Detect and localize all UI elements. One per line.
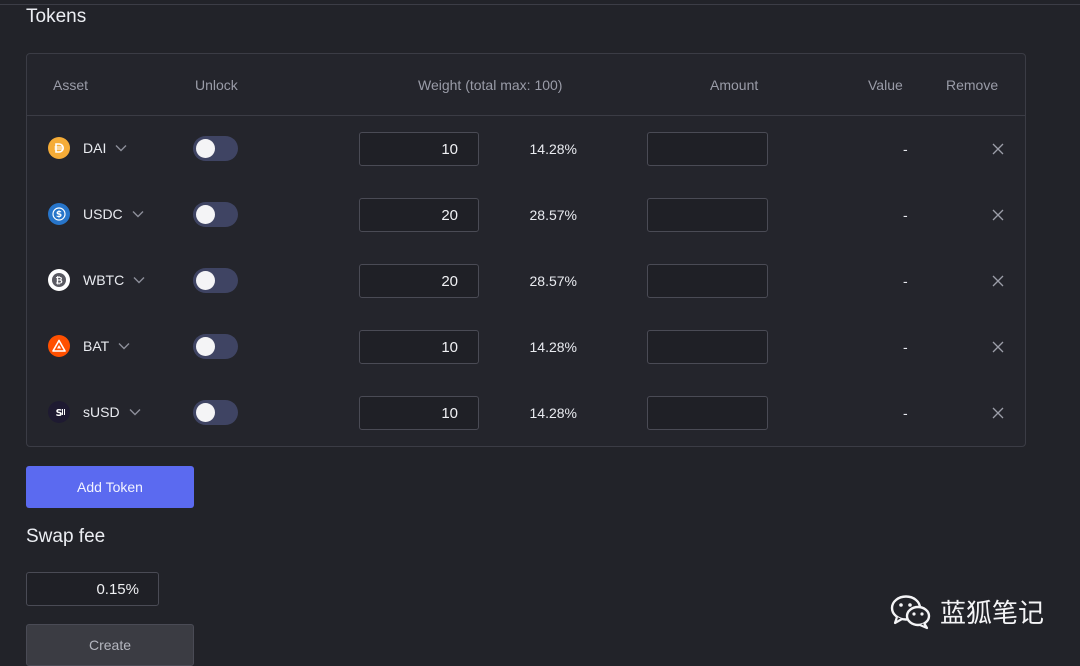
watermark: 蓝狐笔记 [890,593,1044,630]
unlock-toggle[interactable] [193,202,238,227]
unlock-toggle[interactable] [193,400,238,425]
toggle-knob [196,271,215,290]
weight-percent: 14.28% [529,141,577,157]
susd-coin-icon: S [48,401,70,423]
toggle-knob [196,205,215,224]
weight-percent: 28.57% [529,273,577,289]
asset-selector-usdc[interactable]: $ USDC [48,203,145,225]
value-text: - [903,141,908,157]
header-unlock: Unlock [195,77,238,93]
header-value: Value [868,77,903,93]
chevron-down-icon [118,343,130,350]
watermark-text: 蓝狐笔记 [940,599,1045,629]
value-text: - [903,207,908,223]
wechat-icon [890,594,931,629]
svg-text:S: S [56,408,63,418]
table-row: DAI 14.28% - [27,115,1025,181]
table-row: $ USDC 28.57% - [27,181,1025,247]
amount-input[interactable] [647,132,768,166]
asset-selector-bat[interactable]: BAT [48,335,131,357]
asset-selector-dai[interactable]: DAI [48,137,128,159]
toggle-knob [196,337,215,356]
value-text: - [903,405,908,421]
remove-icon[interactable] [990,273,1006,289]
asset-selector-susd[interactable]: S sUSD [48,401,142,423]
header-remove: Remove [946,77,999,93]
weight-input[interactable] [359,264,479,298]
remove-icon[interactable] [990,141,1006,157]
top-divider [0,4,1080,5]
amount-input[interactable] [647,330,768,364]
weight-percent: 14.28% [529,405,577,421]
chevron-down-icon [133,277,145,284]
remove-icon[interactable] [990,207,1006,223]
toggle-knob [196,139,215,158]
svg-text:₿: ₿ [55,275,62,286]
weight-input[interactable] [359,132,479,166]
header-asset: Asset [53,77,89,93]
swap-fee-value: 0.15 [96,580,126,598]
toggle-knob [196,403,215,422]
swap-fee-unit: % [125,580,139,598]
remove-icon[interactable] [990,339,1006,355]
asset-symbol: WBTC [83,272,125,288]
add-token-button[interactable]: Add Token [26,466,194,508]
chevron-down-icon [115,145,127,152]
weight-percent: 28.57% [529,207,577,223]
asset-symbol: USDC [83,206,123,222]
weight-input[interactable] [359,396,479,430]
svg-text:$: $ [56,210,62,220]
usdc-coin-icon: $ [48,203,70,225]
table-row: BAT 14.28% - [27,313,1025,379]
create-button[interactable]: Create [26,624,194,666]
amount-input[interactable] [647,264,768,298]
chevron-down-icon [132,211,144,218]
remove-icon[interactable] [990,405,1006,421]
amount-input[interactable] [647,198,768,232]
dai-coin-icon [48,137,70,159]
table-header: Asset Unlock Weight (total max: 100) Amo… [27,54,1025,116]
wbtc-coin-icon: ₿ [48,269,70,291]
weight-input[interactable] [359,330,479,364]
table-row: S sUSD 14.28% - [27,379,1025,445]
unlock-toggle[interactable] [193,334,238,359]
swap-fee-input[interactable]: 0.15% [26,572,159,606]
value-text: - [903,273,908,289]
tokens-table: Asset Unlock Weight (total max: 100) Amo… [26,53,1026,447]
chevron-down-icon [129,409,141,416]
asset-symbol: sUSD [83,404,120,420]
weight-input[interactable] [359,198,479,232]
tokens-section-title: Tokens [26,6,87,27]
asset-symbol: BAT [83,338,110,354]
table-row: ₿ WBTC 28.57% - [27,247,1025,313]
asset-selector-wbtc[interactable]: ₿ WBTC [48,269,146,291]
value-text: - [903,339,908,355]
weight-percent: 14.28% [529,339,577,355]
unlock-toggle[interactable] [193,268,238,293]
swap-fee-title: Swap fee [26,526,106,547]
header-amount: Amount [710,77,759,93]
header-weight: Weight (total max: 100) [418,77,563,93]
amount-input[interactable] [647,396,768,430]
bat-coin-icon [48,335,70,357]
asset-symbol: DAI [83,140,107,156]
unlock-toggle[interactable] [193,136,238,161]
